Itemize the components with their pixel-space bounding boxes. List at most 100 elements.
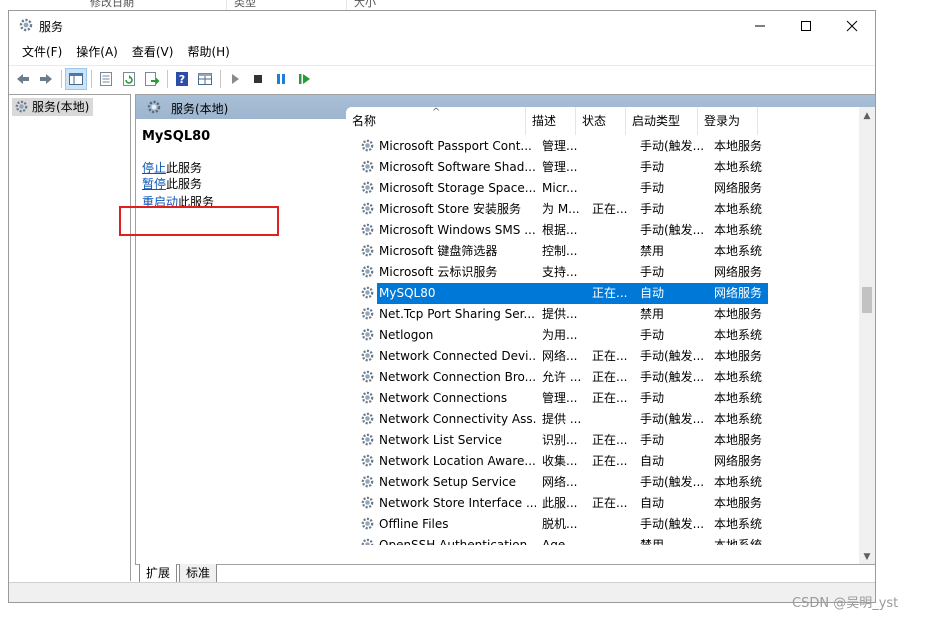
table-row[interactable]: Offline Files 脱机... 手动(触发... 本地系统 — [346, 514, 859, 535]
stop-service-button[interactable] — [247, 68, 269, 90]
help-button[interactable]: ? — [171, 68, 193, 90]
cell-status — [592, 157, 636, 178]
cell-log-on-as: 本地系统 — [714, 370, 763, 384]
stop-service-link[interactable]: 停止 — [142, 161, 166, 175]
cell-status: 正在... — [592, 496, 628, 510]
column-header-description[interactable]: 描述 — [526, 107, 576, 135]
services-header-title: 服务(本地) — [171, 102, 229, 116]
title-bar[interactable]: 服务 — [9, 11, 875, 41]
cell-status: 正在... — [592, 433, 628, 447]
console-view-button[interactable] — [194, 68, 216, 90]
cell-description: 为 M... — [542, 202, 580, 216]
minimize-button[interactable] — [737, 11, 783, 41]
column-header-log-on-as[interactable]: 登录为 — [698, 107, 758, 135]
menu-help[interactable]: 帮助(H) — [180, 41, 236, 63]
cell-name: Offline Files — [360, 514, 536, 535]
table-row[interactable]: OpenSSH Authentication ... Age... 禁用 本地系统 — [346, 535, 859, 545]
selected-service-name: MySQL80 — [142, 129, 211, 144]
table-row[interactable]: Netlogon 为用... 手动 本地系统 — [346, 325, 859, 346]
scrollbar-thumb[interactable] — [862, 287, 872, 313]
gear-icon — [360, 159, 375, 178]
cell-description: 提供... — [542, 307, 578, 321]
properties-button[interactable] — [95, 68, 117, 90]
table-row[interactable]: Microsoft Store 安装服务 为 M... 正在... 手动 本地系统 — [346, 199, 859, 220]
back-button[interactable] — [12, 68, 34, 90]
cell-name: Network List Service — [360, 430, 536, 451]
sort-ascending-icon: ^ — [432, 107, 441, 118]
service-name: Microsoft Store 安装服务 — [379, 202, 521, 216]
start-service-button[interactable] — [224, 68, 246, 90]
tree-item-services-local[interactable]: 服务(本地) — [12, 98, 94, 116]
cell-status: 正在... — [592, 349, 628, 363]
minimize-icon — [755, 25, 765, 27]
vertical-scrollbar[interactable]: ▲ ▼ — [859, 107, 875, 565]
menu-view[interactable]: 查看(V) — [125, 41, 181, 63]
cell-description: Age... — [542, 538, 577, 545]
table-row[interactable]: Net.Tcp Port Sharing Ser... 提供... 禁用 本地服务 — [346, 304, 859, 325]
maximize-button[interactable] — [783, 11, 829, 41]
back-arrow-icon — [17, 73, 29, 84]
cell-name: Network Location Aware... — [360, 451, 536, 472]
service-name: Network Store Interface ... — [379, 496, 536, 510]
menu-action[interactable]: 操作(A) — [69, 41, 125, 63]
export-list-button[interactable] — [141, 68, 163, 90]
gear-icon — [360, 243, 375, 262]
cell-status — [592, 409, 636, 430]
cell-status — [592, 472, 636, 493]
scroll-up-icon[interactable]: ▲ — [859, 107, 875, 124]
bg-column-type: 类型 — [234, 0, 256, 9]
tab-standard[interactable]: 标准 — [179, 564, 218, 583]
forward-button[interactable] — [35, 68, 57, 90]
cell-log-on-as: 网络服务 — [714, 181, 763, 195]
table-row[interactable]: Network Connectivity Ass... 提供 ... 手动(触发..… — [346, 409, 859, 430]
cell-startup-type: 手动 — [640, 202, 665, 216]
service-name: Network Connection Bro... — [379, 370, 536, 384]
table-row[interactable]: Network Connection Bro... 允许 ... 正在... 手动(触… — [346, 367, 859, 388]
cell-status — [592, 241, 636, 262]
close-button[interactable] — [829, 11, 875, 41]
pause-service-button[interactable] — [270, 68, 292, 90]
cell-description: 管理... — [542, 391, 578, 405]
services-window: 服务 文件(F) 操作(A) 查看(V) 帮助(H) ? 服务(本地) 服务(本… — [8, 10, 876, 603]
pause-service-link[interactable]: 暂停 — [142, 177, 166, 191]
cell-description: 提供 ... — [542, 412, 582, 426]
column-header-status[interactable]: 状态 — [576, 107, 626, 135]
show-hide-console-tree-icon — [69, 72, 83, 85]
cell-log-on-as: 本地系统 — [714, 391, 763, 405]
gear-icon — [360, 495, 375, 514]
table-row[interactable]: Microsoft Software Shad... 管理... 手动 本地系统 — [346, 157, 859, 178]
show-hide-tree-button[interactable] — [65, 67, 87, 90]
table-row[interactable]: Network Setup Service 网络... 手动(触发... 本地系统 — [346, 472, 859, 493]
table-row[interactable]: Microsoft 键盘筛选器 控制... 禁用 本地系统 — [346, 241, 859, 262]
table-row[interactable]: Microsoft 云标识服务 支持... 手动 网络服务 — [346, 262, 859, 283]
bg-column-separator — [226, 0, 227, 10]
table-row[interactable]: Network List Service 识别... 正在... 手动 本地服务 — [346, 430, 859, 451]
menu-file[interactable]: 文件(F) — [15, 41, 69, 63]
table-row[interactable]: MySQL80 正在... 自动 网络服务 — [346, 283, 859, 304]
table-row[interactable]: Microsoft Passport Cont... 管理... 手动(触发... 本… — [346, 136, 859, 157]
column-header-startup-type[interactable]: 启动类型 — [626, 107, 698, 135]
cell-name: Microsoft Software Shad... — [360, 157, 536, 178]
column-header-name[interactable]: ^ 名称 — [346, 107, 526, 135]
cell-status: 正在... — [592, 391, 628, 405]
cell-description: 脱机... — [542, 517, 578, 531]
view-tabs: 扩展 标准 — [135, 564, 875, 583]
gear-icon — [18, 17, 34, 33]
table-row[interactable]: Network Connected Devi... 网络... 正在... 手动(触发… — [346, 346, 859, 367]
cell-name: Net.Tcp Port Sharing Ser... — [360, 304, 536, 325]
tab-extended[interactable]: 扩展 — [139, 564, 178, 583]
refresh-button[interactable] — [118, 68, 140, 90]
scroll-down-icon[interactable]: ▼ — [859, 548, 875, 565]
table-row[interactable]: Network Connections 管理... 正在... 手动 本地系统 — [346, 388, 859, 409]
table-row[interactable]: Microsoft Windows SMS ... 根据... 手动(触发... 本地… — [346, 220, 859, 241]
table-row[interactable]: Network Location Aware... 收集... 正在... 自动 网络服… — [346, 451, 859, 472]
table-row[interactable]: Network Store Interface ... 此服... 正在... 自动 本… — [346, 493, 859, 514]
cell-startup-type: 自动 — [640, 454, 665, 468]
table-row[interactable]: Microsoft Storage Space... Micr... 手动 网络服务 — [346, 178, 859, 199]
cell-startup-type: 手动(触发... — [640, 517, 705, 531]
cell-description: 控制... — [542, 244, 578, 258]
maximize-icon — [801, 21, 811, 31]
cell-startup-type: 手动 — [640, 181, 665, 195]
gear-icon — [360, 306, 375, 325]
restart-service-button[interactable] — [293, 68, 315, 90]
